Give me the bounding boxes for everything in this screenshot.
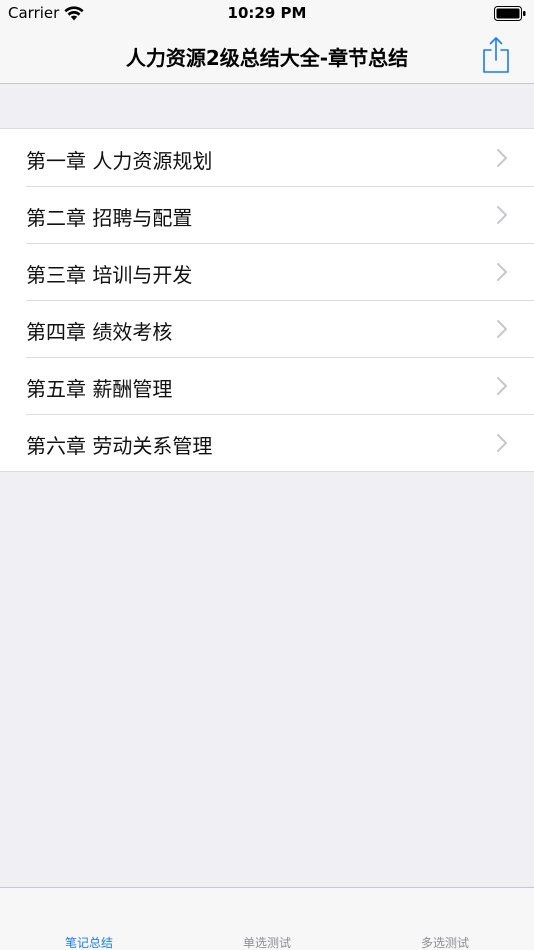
tab-bar: 笔记总结 单选测试 多选测试 <box>0 887 534 950</box>
chapter-label: 第四章 绩效考核 <box>26 320 173 344</box>
chapter-label: 第一章 人力资源规划 <box>26 149 213 173</box>
screen: Carrier 10:29 PM 人力资源2级总结大全-章节总结 第一章 人力资… <box>0 0 534 950</box>
share-button[interactable] <box>481 36 511 74</box>
status-time: 10:29 PM <box>227 4 307 22</box>
chevron-right-icon <box>497 206 507 224</box>
chapter-label: 第二章 招聘与配置 <box>26 206 193 230</box>
status-bar: Carrier 10:29 PM <box>0 0 534 28</box>
battery-icon <box>494 6 526 21</box>
chapter-label: 第六章 劳动关系管理 <box>26 434 213 458</box>
page-title: 人力资源2级总结大全-章节总结 <box>125 46 409 70</box>
tab-label: 单选测试 <box>242 936 291 950</box>
chevron-right-icon <box>497 149 507 167</box>
chevron-right-icon <box>497 377 507 395</box>
list-item[interactable]: 第六章 劳动关系管理 <box>0 414 534 471</box>
chapter-label: 第三章 培训与开发 <box>26 263 193 287</box>
tab-notes-summary[interactable]: 笔记总结 <box>0 888 178 950</box>
tab-label: 笔记总结 <box>64 936 113 950</box>
list-item[interactable]: 第一章 人力资源规划 <box>0 129 534 186</box>
tab-multiple-choice-test[interactable]: 多选测试 <box>356 888 534 950</box>
list-item[interactable]: 第四章 绩效考核 <box>0 300 534 357</box>
list-item[interactable]: 第二章 招聘与配置 <box>0 186 534 243</box>
list-item[interactable]: 第三章 培训与开发 <box>0 243 534 300</box>
share-icon <box>483 37 509 73</box>
tab-label: 多选测试 <box>420 936 469 950</box>
navigation-bar: 人力资源2级总结大全-章节总结 <box>0 28 534 84</box>
chevron-right-icon <box>497 320 507 338</box>
chapter-label: 第五章 薪酬管理 <box>26 377 173 401</box>
chevron-right-icon <box>497 434 507 452</box>
chevron-right-icon <box>497 263 507 281</box>
chapter-list: 第一章 人力资源规划 第二章 招聘与配置 第三章 培训与开发 第四章 绩效考核 … <box>0 128 534 472</box>
tab-single-choice-test[interactable]: 单选测试 <box>178 888 356 950</box>
list-item[interactable]: 第五章 薪酬管理 <box>0 357 534 414</box>
